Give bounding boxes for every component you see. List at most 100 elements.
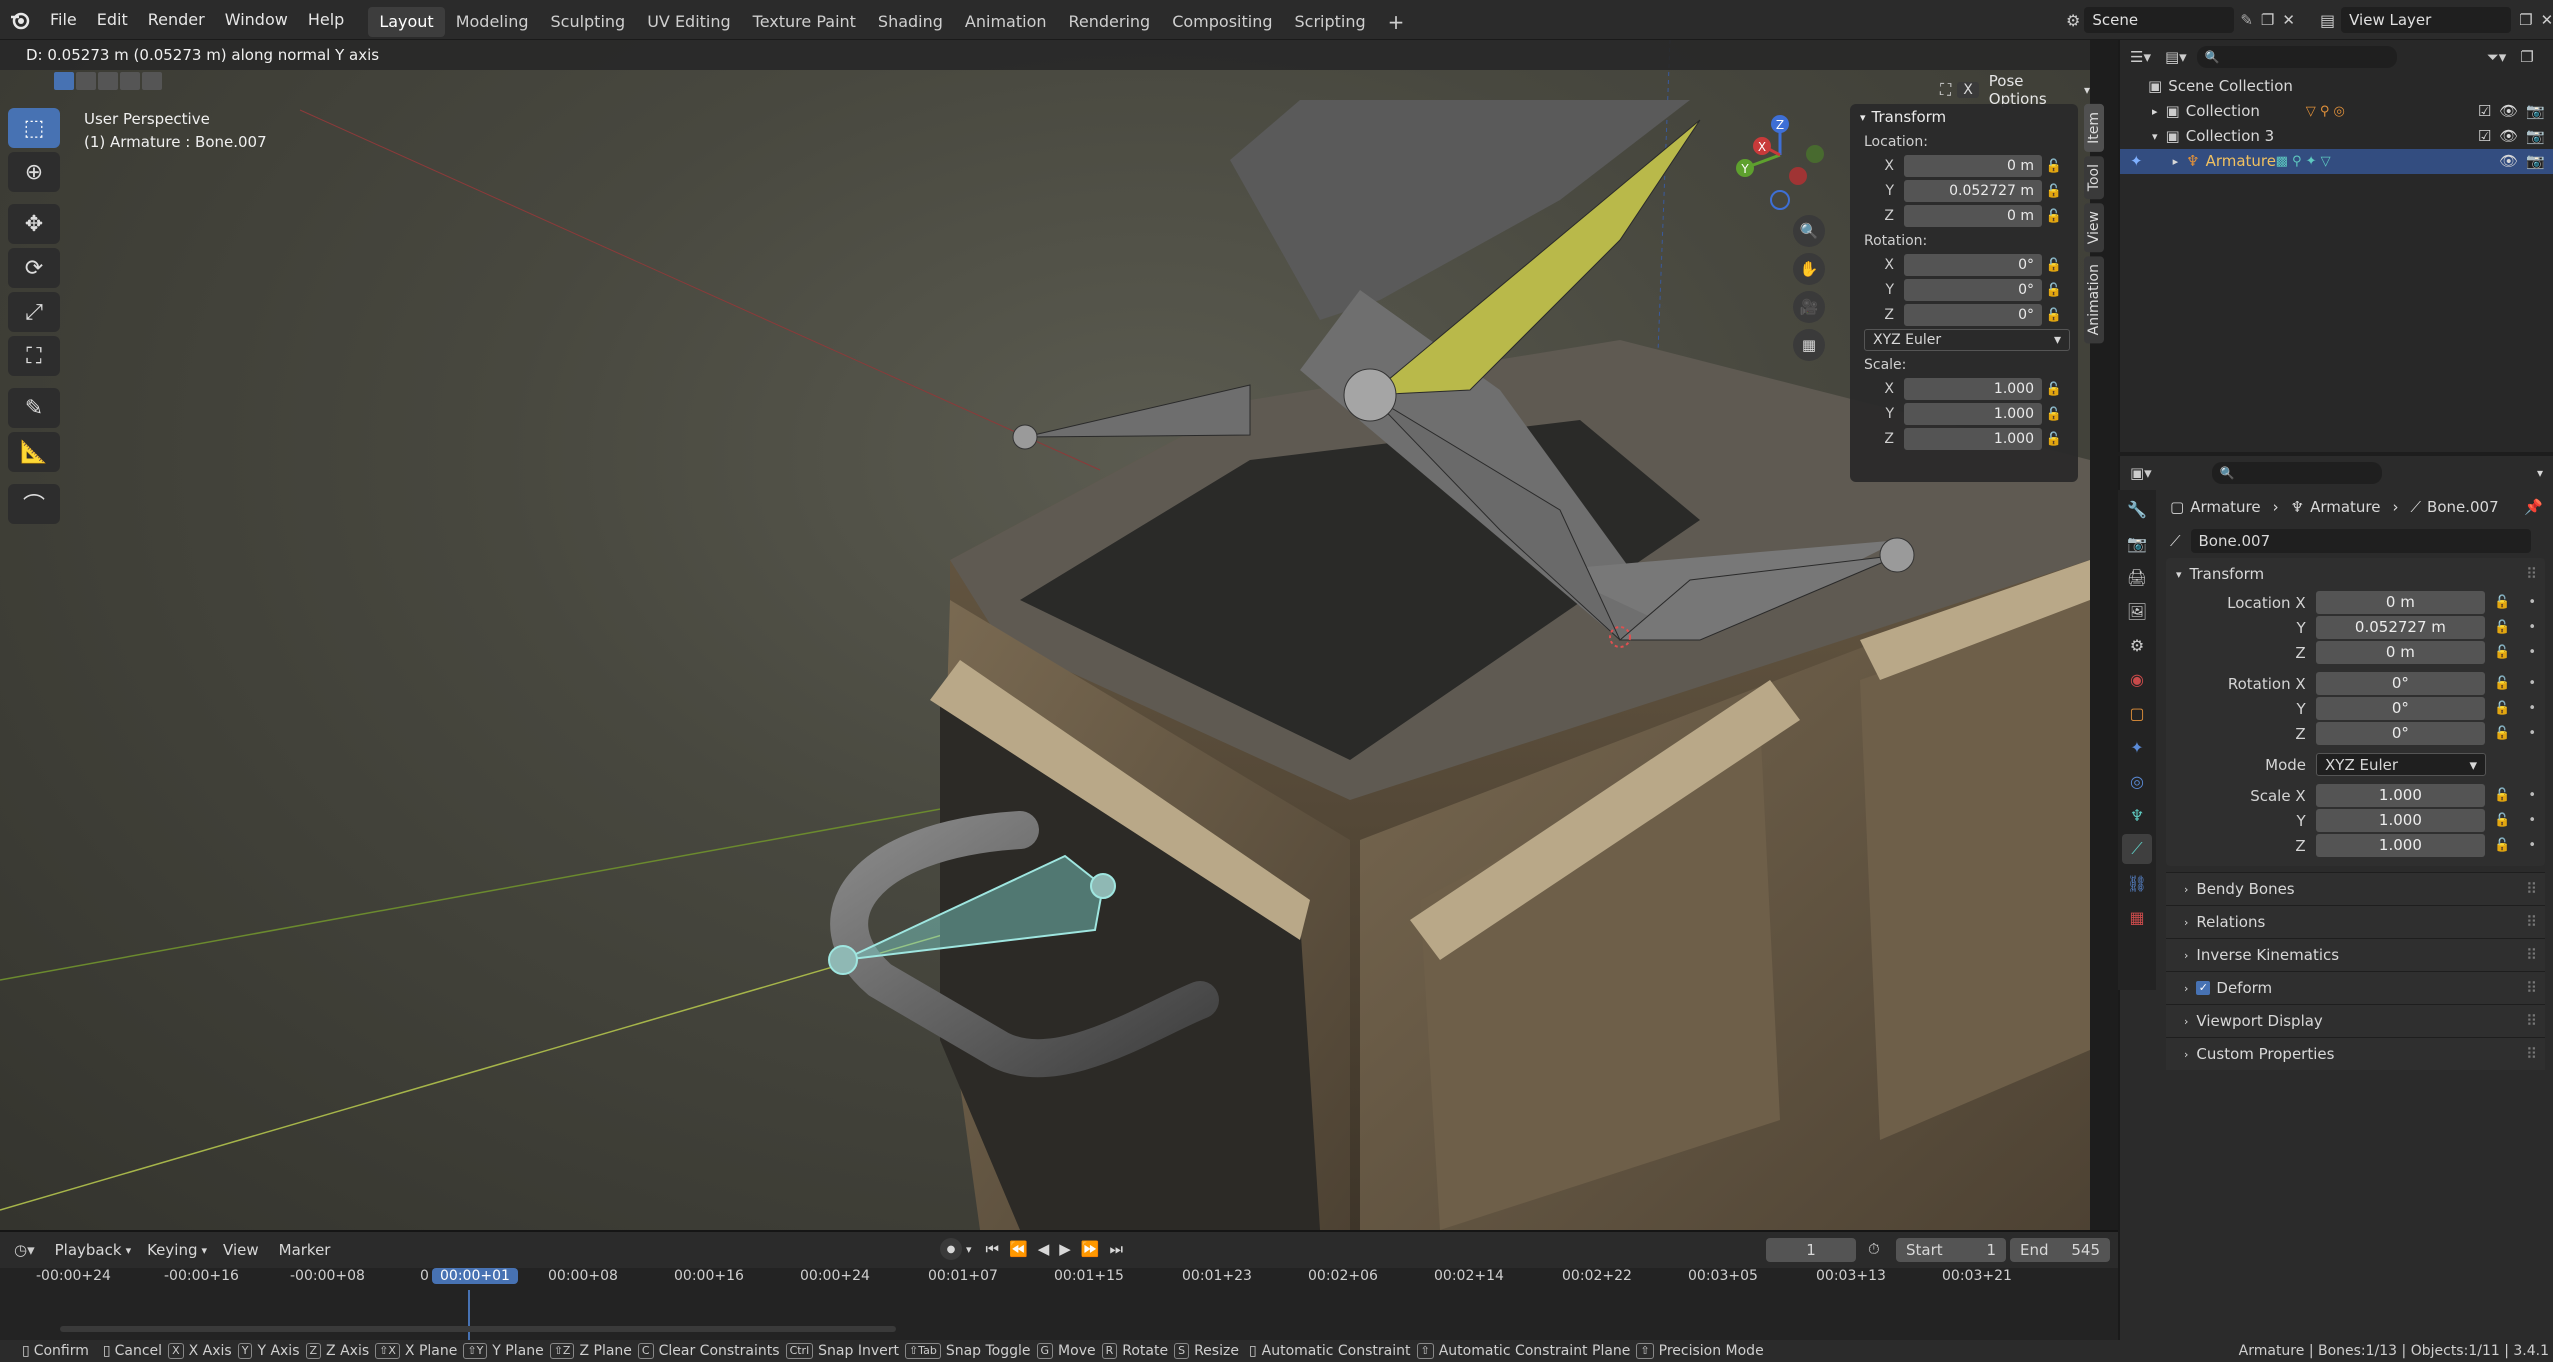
tab-texture-paint[interactable]: Texture Paint [742, 7, 867, 37]
view-layer-tab-icon[interactable]: 🖼 [2122, 596, 2152, 626]
timeline-ruler[interactable]: -00:00+24 -00:00+16 -00:00+08 0 00:00+08… [0, 1268, 2110, 1290]
play-icon[interactable]: ▶ [1059, 1240, 1071, 1258]
scale-x-field[interactable]: 1.000 [1904, 378, 2042, 400]
pose-options-dropdown[interactable]: Pose Options [1989, 72, 2078, 108]
drag-handle-icon[interactable]: ⠿ [2526, 906, 2537, 939]
timeline-menu-playback[interactable]: Playback [55, 1241, 122, 1259]
keyframe-dot-icon[interactable]: • [2528, 676, 2536, 691]
outliner-row-collection[interactable]: ▸ ▣ Collection ▽ ⚲ ◎ ☑ 👁 📷 [2120, 99, 2553, 124]
menu-render[interactable]: Render [138, 0, 215, 40]
tab-view[interactable]: View [2084, 203, 2104, 253]
rotation-z-input[interactable]: 0° [2315, 722, 2486, 745]
lock-icon[interactable]: 🔓 [2494, 813, 2510, 828]
lock-icon[interactable]: 🔓 [2494, 645, 2510, 660]
new-scene-icon[interactable]: ❐ [2261, 11, 2274, 29]
jump-end-icon[interactable]: ⏭ [1110, 1240, 1124, 1258]
chevron-down-icon[interactable]: ▾ [2537, 466, 2543, 480]
display-mode-icon[interactable]: ▤▾ [2165, 48, 2187, 66]
eye-icon[interactable]: 👁 [2499, 99, 2518, 124]
delete-view-layer-icon[interactable]: ✕ [2541, 11, 2553, 29]
cursor-tool[interactable]: ⊕ [8, 152, 60, 192]
scene-selector[interactable]: ⚙ Scene ✎ ❐ ✕ [2066, 7, 2295, 33]
eye-icon[interactable]: 👁 [2499, 149, 2518, 174]
camera-render-icon[interactable]: 📷 [2526, 149, 2545, 174]
grid-view-icon[interactable]: ▦ [1793, 329, 1825, 361]
bone-constraint-tab-icon[interactable]: ⛓ [2122, 868, 2152, 898]
armature-data-tab-icon[interactable]: ♆ [2122, 800, 2152, 830]
drag-handle-icon[interactable]: ⠿ [2526, 565, 2537, 583]
properties-search-input[interactable]: 🔍 [2211, 462, 2382, 484]
delete-scene-icon[interactable]: ✕ [2282, 11, 2295, 29]
modifier-tab-icon[interactable]: ✦ [2122, 732, 2152, 762]
tab-rendering[interactable]: Rendering [1058, 7, 1162, 37]
keyframe-dot-icon[interactable]: • [2528, 726, 2536, 741]
checkbox-icon[interactable]: ☑ [2478, 99, 2491, 124]
drag-handle-icon[interactable]: ⠿ [2526, 1005, 2537, 1038]
location-z-field[interactable]: 0 m [1904, 205, 2042, 227]
outliner-row-collection-3[interactable]: ▾ ▣ Collection 3 ☑ 👁 📷 [2120, 124, 2553, 149]
panel-custom-properties[interactable]: › Custom Properties ⠿ [2166, 1037, 2545, 1070]
panel-viewport-display[interactable]: › Viewport Display ⠿ [2166, 1004, 2545, 1037]
lock-icon[interactable]: 🔓 [2494, 676, 2510, 691]
prev-keyframe-icon[interactable]: ⏪ [1009, 1240, 1028, 1258]
menu-help[interactable]: Help [298, 0, 354, 40]
annotate-tool[interactable]: ✎ [8, 388, 60, 428]
chevron-down-icon[interactable]: ▾ [2152, 124, 2158, 149]
location-y-field[interactable]: 0.052727 m [1904, 180, 2042, 202]
rotation-z-field[interactable]: 0° [1904, 304, 2042, 326]
blender-logo-icon[interactable] [0, 0, 40, 40]
lock-icon[interactable]: 🔓 [2042, 283, 2066, 298]
tab-tool[interactable]: Tool [2084, 155, 2104, 200]
select-subtract-icon[interactable] [98, 72, 118, 90]
select-new-icon[interactable] [54, 72, 74, 90]
scene-name-field[interactable]: Scene [2084, 7, 2235, 33]
lock-icon[interactable]: 🔓 [2494, 701, 2510, 716]
playhead-line[interactable] [468, 1290, 470, 1340]
deform-checkbox[interactable]: ✓ [2196, 981, 2211, 995]
scale-z-field[interactable]: 1.000 [1904, 428, 2042, 450]
location-y-input[interactable]: 0.052727 m [2315, 616, 2486, 639]
location-x-input[interactable]: 0 m [2315, 591, 2486, 614]
tab-uv-editing[interactable]: UV Editing [636, 7, 741, 37]
panel-bendy-bones[interactable]: › Bendy Bones ⠿ [2166, 872, 2545, 905]
rotation-y-input[interactable]: 0° [2315, 697, 2486, 720]
menu-window[interactable]: Window [215, 0, 298, 40]
play-reverse-icon[interactable]: ◀ [1038, 1240, 1050, 1258]
properties-editor-icon[interactable]: ▣▾ [2130, 464, 2152, 482]
keyframe-dot-icon[interactable]: • [2528, 595, 2536, 610]
chevron-right-icon[interactable]: ▸ [2173, 149, 2179, 174]
lock-icon[interactable]: 🔓 [2494, 838, 2510, 853]
timeline-menu-marker[interactable]: Marker [279, 1241, 331, 1259]
scale-z-input[interactable]: 1.000 [2315, 834, 2486, 857]
object-tab-icon[interactable]: ▢ [2122, 698, 2152, 728]
tab-item[interactable]: Item [2084, 104, 2104, 152]
keyframe-dot-icon[interactable]: • [2528, 838, 2536, 853]
outliner-editor-icon[interactable]: ☰▾ [2130, 48, 2151, 66]
scale-x-input[interactable]: 1.000 [2315, 784, 2486, 807]
checkbox-icon[interactable]: ☑ [2478, 124, 2491, 149]
next-keyframe-icon[interactable]: ⏩ [1081, 1240, 1100, 1258]
location-z-input[interactable]: 0 m [2315, 641, 2486, 664]
camera-render-icon[interactable]: 📷 [2526, 99, 2545, 124]
drag-handle-icon[interactable]: ⠿ [2526, 1038, 2537, 1071]
lock-icon[interactable]: 🔓 [2042, 308, 2066, 323]
camera-render-icon[interactable]: 📷 [2526, 124, 2545, 149]
record-icon[interactable]: ● [940, 1238, 962, 1260]
drag-handle-icon[interactable]: ⠿ [2526, 873, 2537, 906]
scale-y-field[interactable]: 1.000 [1904, 403, 2042, 425]
rotation-mode-dropdown[interactable]: XYZ Euler ▾ [1864, 329, 2070, 351]
jump-start-icon[interactable]: ⏮ [986, 1240, 1000, 1258]
transform-panel-header[interactable]: ▾ Transform ⠿ [2166, 558, 2545, 590]
tab-layout[interactable]: Layout [368, 7, 445, 37]
new-view-layer-icon[interactable]: ❐ [2519, 11, 2532, 29]
panel-inverse-kinematics[interactable]: › Inverse Kinematics ⠿ [2166, 938, 2545, 971]
3d-viewport[interactable]: Z Y X User Perspective (1) Armature : Bo… [0, 40, 2090, 1230]
tab-scripting[interactable]: Scripting [1284, 7, 1377, 37]
keyframe-dot-icon[interactable]: • [2528, 813, 2536, 828]
menu-edit[interactable]: Edit [87, 0, 138, 40]
lock-icon[interactable]: 🔓 [2042, 209, 2066, 224]
location-x-field[interactable]: 0 m [1904, 155, 2042, 177]
start-frame-field[interactable]: Start 1 [1896, 1238, 2006, 1262]
move-tool[interactable]: ✥ [8, 204, 60, 244]
select-box-tool[interactable]: ⬚ [8, 108, 60, 148]
